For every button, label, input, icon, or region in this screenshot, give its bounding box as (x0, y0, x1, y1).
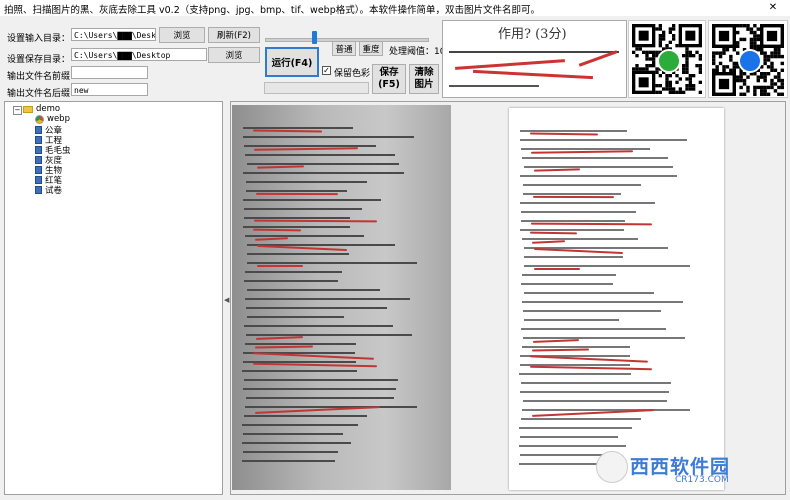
folder-icon (23, 105, 33, 113)
window-title: 拍照、扫描图片的黑、灰底去除工具 v0.2（支持png、jpg、bmp、tif、… (4, 5, 540, 16)
suffix-label: 输出文件名后缀 (7, 89, 71, 99)
clear-images-button[interactable]: 清除图片 (409, 64, 439, 94)
qr-code-alipay (708, 20, 788, 98)
image-file-icon (35, 156, 42, 164)
banner-text: 作用? (3分) (498, 27, 567, 42)
image-file-icon (35, 176, 42, 184)
watermark-logo-icon (596, 451, 628, 483)
image-file-icon (35, 186, 42, 194)
chrome-icon (35, 114, 44, 124)
tree-item-webp[interactable]: webp (35, 114, 70, 124)
checkmark-icon: ✓ (323, 66, 330, 75)
tree-root-demo[interactable]: demo (23, 104, 60, 114)
normal-button[interactable]: 普通 (332, 41, 356, 56)
save-button[interactable]: 保存(F5) (372, 64, 406, 94)
wechat-icon (657, 49, 681, 73)
banner-image: 作用? (3分) (442, 20, 627, 98)
splitter-arrow-icon[interactable]: ◀ (224, 296, 229, 304)
threshold-readout: 处理阈值：10 (389, 47, 446, 57)
close-button[interactable]: ✕ (758, 0, 788, 16)
image-file-icon (35, 146, 42, 154)
qr-code-wechat (628, 20, 706, 98)
threshold-slider-thumb[interactable] (312, 31, 318, 44)
input-dir-field[interactable]: C:\Users\▇▇▇\Deskt (71, 28, 156, 41)
save-dir-label: 设置保存目录： (7, 55, 71, 65)
alipay-icon (738, 49, 762, 73)
watermark-subtext: CR173.COM (675, 475, 729, 485)
image-file-icon (35, 166, 42, 174)
run-button[interactable]: 运行(F4) (265, 47, 319, 77)
save-dir-field[interactable]: C:\Users\▇▇▇\Desktop (71, 48, 207, 61)
heavy-button[interactable]: 重度 (359, 41, 383, 56)
prefix-label: 输出文件名前缀 (7, 72, 71, 82)
processed-image[interactable] (509, 108, 724, 490)
collapse-icon[interactable]: − (13, 106, 22, 115)
suffix-field[interactable]: new (71, 83, 148, 96)
progress-bar (264, 82, 369, 94)
keep-color-label: 保留色彩 (334, 69, 371, 79)
tree-item-shijuan[interactable]: 试卷 (35, 184, 62, 196)
browse-input-button[interactable]: 浏览 (159, 27, 205, 43)
refresh-button[interactable]: 刷新(F2) (208, 27, 260, 43)
keep-color-checkbox[interactable]: ✓ (322, 66, 331, 75)
prefix-field[interactable] (71, 66, 148, 79)
input-dir-label: 设置输入目录： (7, 34, 71, 44)
browse-save-button[interactable]: 浏览 (208, 47, 260, 63)
original-image[interactable] (232, 105, 451, 490)
image-file-icon (35, 136, 42, 144)
image-file-icon (35, 126, 42, 134)
